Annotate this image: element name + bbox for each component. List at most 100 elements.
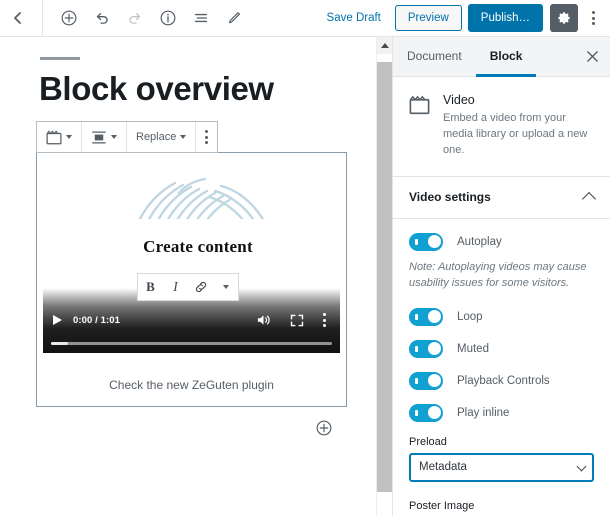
save-draft-button[interactable]: Save Draft [319, 8, 389, 28]
align-button[interactable] [86, 122, 122, 152]
kebab-menu-icon [591, 11, 595, 25]
chevron-left-icon [14, 12, 21, 24]
video-progress-fill [51, 342, 68, 345]
video-progress-bar[interactable] [51, 342, 332, 345]
toolbar-divider [42, 0, 43, 36]
toggle-knob [427, 310, 441, 324]
video-time-display: 0:00 / 1:01 [73, 314, 121, 326]
toggle-row-autoplay[interactable]: Autoplay [409, 232, 594, 251]
muted-label: Muted [457, 342, 489, 355]
block-more-options[interactable] [196, 122, 217, 152]
block-navigation-button[interactable] [185, 3, 216, 34]
format-more-button[interactable] [213, 274, 238, 300]
toggle-on-bar [415, 409, 418, 416]
video-player[interactable]: Create content 0:00 / 1:01 [43, 159, 340, 353]
list-view-icon [194, 13, 207, 23]
video-overlay-label: Create content [101, 219, 295, 274]
video-controls-right [256, 313, 332, 327]
toggle-on-bar [415, 377, 418, 384]
block-info-card: Video Embed a video from your media libr… [393, 77, 610, 177]
add-block-button[interactable] [53, 3, 84, 34]
loop-toggle[interactable] [409, 307, 443, 326]
align-center-icon [92, 130, 106, 144]
settings-button[interactable] [550, 4, 578, 32]
kebab-menu-icon[interactable] [323, 313, 326, 327]
toggle-row-playback-controls[interactable]: Playback Controls [409, 371, 594, 390]
redo-button[interactable] [119, 3, 150, 34]
tab-document[interactable]: Document [393, 37, 476, 77]
inline-format-toolbar: B I [137, 273, 239, 301]
chevron-up-icon [581, 192, 597, 207]
gear-icon [558, 12, 570, 24]
title-accent-dash [40, 57, 80, 60]
loop-label: Loop [457, 310, 483, 323]
block-info-title: Video [443, 93, 475, 107]
block-options-button[interactable] [200, 122, 213, 152]
autoplay-label: Autoplay [457, 235, 502, 248]
replace-media-control[interactable]: Replace [127, 122, 197, 152]
page-title[interactable]: Block overview [39, 70, 341, 107]
play-icon[interactable] [53, 315, 62, 325]
toggle-knob [427, 374, 441, 388]
block-type-switcher[interactable] [37, 122, 82, 152]
add-block-icon [61, 10, 76, 26]
toggle-knob [427, 235, 441, 249]
edit-mode-button[interactable] [218, 3, 249, 34]
close-icon [586, 51, 598, 62]
info-icon [160, 10, 175, 26]
autoplay-note: Note: Autoplaying videos may cause usabi… [409, 260, 587, 290]
fullscreen-icon[interactable] [290, 314, 304, 327]
more-options-button[interactable] [580, 4, 606, 32]
block-toolbar: Replace [36, 121, 219, 153]
video-caption[interactable]: Check the new ZeGuten plugin [37, 378, 346, 392]
toggle-on-bar [415, 313, 418, 320]
volume-icon[interactable] [256, 313, 271, 327]
video-settings-panel-header[interactable]: Video settings [393, 177, 610, 219]
preview-button[interactable]: Preview [394, 5, 462, 31]
bold-button[interactable]: B [138, 274, 163, 300]
chevron-down-icon [180, 135, 187, 139]
toggle-on-bar [415, 238, 418, 245]
scrollbar-thumb[interactable] [377, 62, 392, 492]
pencil-icon [228, 12, 240, 24]
content-structure-button[interactable] [152, 3, 183, 34]
toggle-row-loop[interactable]: Loop [409, 307, 594, 326]
undo-button[interactable] [86, 3, 117, 34]
video-controls-row: 0:00 / 1:01 [43, 310, 340, 330]
link-button[interactable] [188, 274, 213, 300]
settings-sidebar: Document Block Video Embed a video from … [392, 37, 610, 516]
block-inserter-button[interactable] [315, 419, 333, 437]
preload-label: Preload [409, 435, 447, 448]
tab-block[interactable]: Block [475, 37, 537, 77]
scrollbar-up-button[interactable] [377, 37, 392, 54]
video-settings-panel-body: Autoplay Note: Autoplaying videos may ca… [393, 219, 610, 516]
play-inline-label: Play inline [457, 406, 510, 419]
block-info-description: Embed a video from your media library or… [443, 112, 588, 156]
publish-button[interactable]: Publish… [467, 4, 543, 32]
overlay-text: Create content [143, 236, 253, 256]
toggle-row-play-inline[interactable]: Play inline [409, 403, 594, 422]
back-button[interactable] [0, 0, 36, 36]
muted-toggle[interactable] [409, 339, 443, 358]
video-settings-title: Video settings [409, 190, 491, 205]
toggle-row-muted[interactable]: Muted [409, 339, 594, 358]
kebab-menu-icon [205, 130, 209, 144]
video-icon [46, 129, 62, 144]
close-sidebar-button[interactable] [574, 37, 610, 76]
playback-controls-toggle[interactable] [409, 371, 443, 390]
block-type-button[interactable] [41, 122, 77, 152]
preload-select[interactable]: Metadata [409, 452, 594, 482]
block-info-text: Video Embed a video from your media libr… [443, 93, 594, 159]
sidebar-tabs: Document Block [393, 37, 610, 77]
italic-button[interactable]: I [163, 274, 188, 300]
replace-button[interactable]: Replace [131, 122, 191, 152]
autoplay-toggle[interactable] [409, 232, 443, 251]
canvas-scrollbar[interactable] [376, 37, 392, 516]
block-alignment-control[interactable] [82, 122, 127, 152]
chevron-down-icon [111, 135, 117, 139]
playback-controls-label: Playback Controls [457, 374, 550, 387]
play-inline-toggle[interactable] [409, 403, 443, 422]
editor-tools-group [45, 3, 249, 34]
poster-image-label: Poster Image [409, 499, 475, 512]
toggle-on-bar [415, 345, 418, 352]
